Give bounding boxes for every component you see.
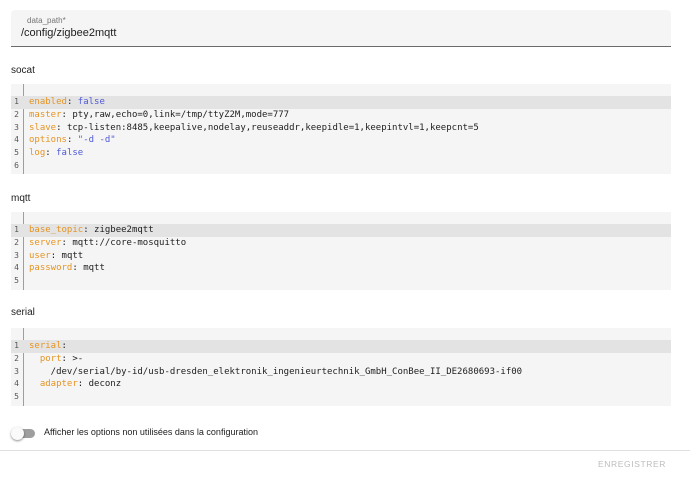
yaml-key: server (29, 237, 62, 248)
yaml-separator: : (45, 148, 57, 159)
code-text: log: false (29, 147, 83, 160)
code-text: options: "-d -d" (29, 134, 116, 147)
code-text: slave: tcp-listen:8485,keepalive,nodelay… (29, 122, 479, 135)
yaml-value: pty,raw,echo=0,link=/tmp/ttyZ2M,mode=777 (72, 109, 290, 120)
yaml-separator: : (56, 122, 67, 133)
line-number: 2 (14, 109, 19, 119)
yaml-separator: : (61, 353, 73, 364)
yaml-key: options (29, 135, 67, 146)
code-editor-socat[interactable]: 1 enabled: false 2 master: pty,raw,echo=0,l… (11, 84, 671, 174)
code-line: 4 options: "-d -d" (11, 134, 671, 147)
code-line: 1 enabled: false (11, 96, 671, 109)
yaml-value: mqtt://core-mosquitto (72, 237, 187, 248)
yaml-value: >- (72, 353, 84, 364)
yaml-value: /dev/serial/by-id/usb-dresden_elektronik… (29, 366, 523, 377)
line-number: 2 (14, 353, 19, 363)
yaml-separator: : (50, 250, 62, 261)
yaml-key: user (29, 250, 51, 261)
yaml-key: port (29, 353, 62, 364)
code-line: 5 (11, 275, 671, 288)
yaml-value: zigbee2mqtt (94, 225, 154, 235)
yaml-key: master (29, 109, 62, 120)
toggle-thumb (11, 427, 24, 440)
section-title-socat: socat (11, 65, 35, 76)
code-text: serial: (29, 340, 67, 353)
yaml-value: false (77, 97, 105, 107)
line-number: 5 (14, 148, 19, 158)
yaml-separator: : (83, 225, 95, 235)
code-text: master: pty,raw,echo=0,link=/tmp/ttyZ2M,… (29, 109, 289, 122)
code-line: 3 user: mqtt (11, 250, 671, 263)
yaml-key: base_topic (29, 225, 84, 235)
yaml-separator: : (66, 97, 78, 107)
save-button[interactable]: ENREGISTRER (598, 459, 666, 469)
code-line: 3 /dev/serial/by-id/usb-dresden_elektron… (11, 366, 671, 379)
line-number: 3 (14, 122, 19, 132)
data-path-input[interactable] (21, 27, 621, 39)
code-line: 5 (11, 391, 671, 404)
line-number: 5 (14, 276, 19, 286)
code-line: 2 server: mqtt://core-mosquitto (11, 237, 671, 250)
yaml-value: tcp-listen:8485,keepalive,nodelay,reusea… (66, 122, 479, 133)
code-text: password: mqtt (29, 262, 105, 275)
code-text: port: >- (29, 353, 83, 366)
code-line: 1 base_topic: zigbee2mqtt (11, 224, 671, 237)
yaml-key: serial (29, 341, 62, 351)
show-unused-options-label: Afficher les options non utilisées dans … (44, 427, 258, 437)
yaml-separator: : (77, 379, 89, 390)
line-number: 1 (14, 341, 19, 350)
data-path-label: data_path* (27, 16, 66, 25)
code-text: user: mqtt (29, 250, 83, 263)
code-line: 3 slave: tcp-listen:8485,keepalive,nodela… (11, 122, 671, 135)
code-line: 5 log: false (11, 147, 671, 160)
yaml-key: enabled (29, 97, 67, 107)
yaml-value: false (56, 148, 84, 159)
line-number: 4 (14, 263, 19, 273)
code-text: adapter: deconz (29, 378, 121, 391)
code-text: enabled: false (29, 96, 105, 109)
code-line: 1 serial: (11, 340, 671, 353)
code-editor-serial[interactable]: 1 serial: 2 port: >- 3 /dev/serial/by-id/us… (11, 328, 671, 406)
line-number: 5 (14, 392, 19, 402)
yaml-key: password (29, 263, 73, 274)
yaml-separator: : (61, 109, 73, 120)
code-line: 2 port: >- (11, 353, 671, 366)
yaml-key: slave (29, 122, 57, 133)
line-number: 2 (14, 237, 19, 247)
line-number: 3 (14, 366, 19, 376)
yaml-key: log (29, 148, 46, 159)
yaml-separator: : (66, 135, 78, 146)
line-number: 1 (14, 225, 19, 234)
yaml-value: mqtt (83, 263, 105, 274)
line-number: 4 (14, 135, 19, 145)
line-number: 3 (14, 250, 19, 260)
code-editor-mqtt[interactable]: 1 base_topic: zigbee2mqtt 2 server: mqtt://… (11, 212, 671, 290)
yaml-value: "-d -d" (77, 135, 116, 146)
code-line: 4 password: mqtt (11, 262, 671, 275)
line-number: 1 (14, 97, 19, 106)
section-title-serial: serial (11, 307, 35, 318)
yaml-value: mqtt (61, 250, 84, 261)
yaml-value: deconz (88, 379, 122, 390)
yaml-separator: : (61, 341, 67, 351)
footer-divider (0, 450, 690, 451)
line-number: 4 (14, 379, 19, 389)
yaml-separator: : (72, 263, 84, 274)
code-text: base_topic: zigbee2mqtt (29, 224, 154, 237)
code-line: 2 master: pty,raw,echo=0,link=/tmp/ttyZ2M… (11, 109, 671, 122)
yaml-separator: : (61, 237, 73, 248)
code-text: /dev/serial/by-id/usb-dresden_elektronik… (29, 366, 522, 379)
section-title-mqtt: mqtt (11, 193, 31, 204)
data-path-field[interactable]: data_path* (11, 10, 671, 47)
yaml-key: adapter (29, 379, 78, 390)
code-line: 6 (11, 160, 671, 173)
code-line: 4 adapter: deconz (11, 378, 671, 391)
code-text: server: mqtt://core-mosquitto (29, 237, 186, 250)
show-unused-options-toggle[interactable] (11, 427, 35, 440)
line-number: 6 (14, 161, 19, 170)
